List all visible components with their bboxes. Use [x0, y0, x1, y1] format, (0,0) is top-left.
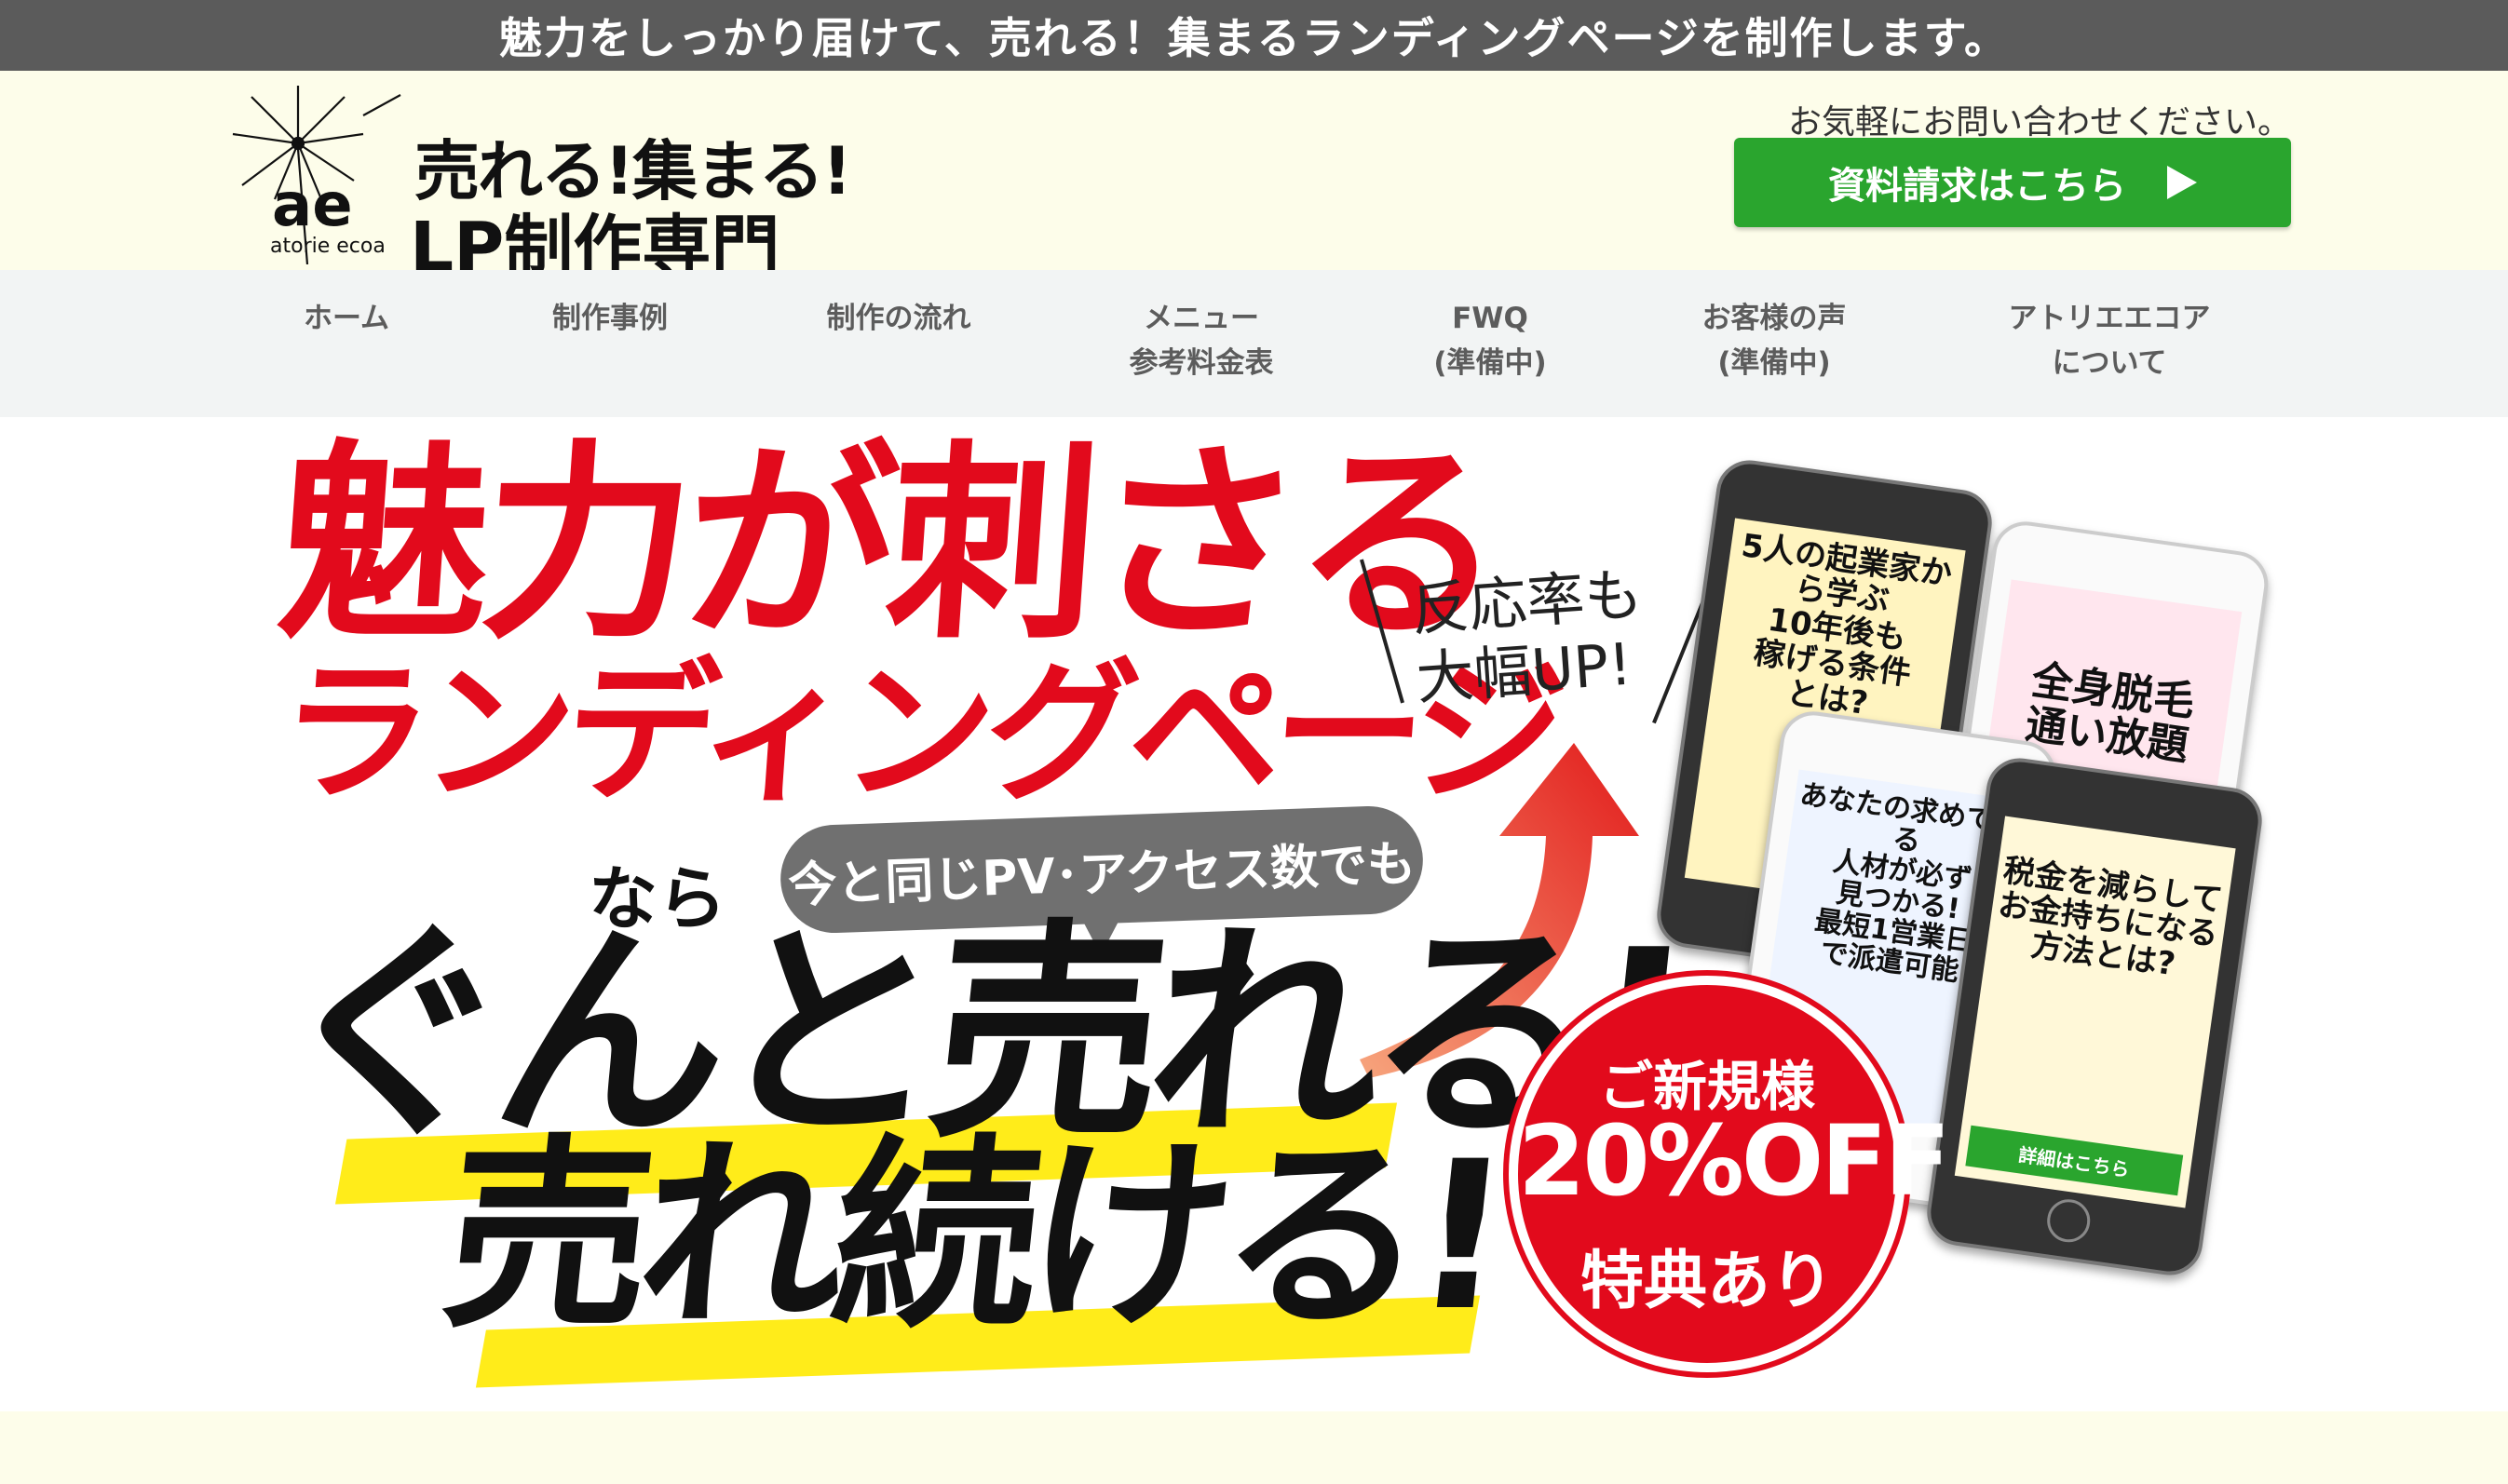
site-header: ae atorie ecoa 売れる!集まる! LP制作専門 お気軽にお問い合わ…	[0, 71, 2508, 288]
phone-screen-text: 税金を減らして お金持ちになる 方法とは?	[1995, 852, 2225, 984]
logo-mark: ae	[272, 171, 353, 240]
contact-note: お気軽にお問い合わせください。	[1788, 103, 2292, 142]
nav-item-flow[interactable]: 制作の流れ	[820, 296, 978, 341]
request-materials-label: 資料請求はこちら	[1828, 165, 2126, 208]
page-bottom	[0, 1411, 2508, 1484]
badge-line2: 20%OFF	[1518, 1104, 1950, 1218]
nav-item-testimonials[interactable]: お客様の声 (準備中)	[1686, 296, 1863, 385]
top-banner-text: 魅力をしっかり届けて、売れる！集まるランディングページを制作します。	[499, 13, 2009, 63]
hero-headline-red-1: 魅力が刺さる	[270, 423, 1507, 668]
phone-screen-text: 5人の起業家から学ぶ 10年後も 稼げる条件 とは?	[1739, 527, 1955, 722]
hero-headline-black-2: 売れ続ける!	[434, 1117, 1511, 1356]
nav-item-works[interactable]: 制作事例	[540, 296, 680, 341]
nav-item-menu-pricing[interactable]: メニュー 参考料金表	[1118, 296, 1285, 385]
nav-item-about[interactable]: アトリエエコア について	[1993, 296, 2226, 385]
nav-item-fwq[interactable]: FWQ (準備中)	[1416, 296, 1565, 385]
phone-home-button	[2044, 1196, 2094, 1246]
main-navigation: ホーム 制作事例 制作の流れ メニュー 参考料金表 FWQ (準備中) お客様の…	[0, 270, 2508, 417]
hero-headline-black-1: ぐんと売れる!	[264, 901, 1694, 1169]
top-banner: 魅力をしっかり届けて、売れる！集まるランディングページを制作します。	[0, 0, 2508, 71]
play-arrow-icon	[2167, 166, 2197, 199]
logo-subtitle: atorie ecoa	[270, 235, 386, 258]
phone-details-button: 詳細はこちら	[1965, 1125, 2184, 1196]
badge-line3: 特典あり	[1579, 1245, 1834, 1318]
nav-item-home[interactable]: ホーム	[300, 296, 393, 341]
request-materials-button[interactable]: 資料請求はこちら	[1734, 138, 2291, 227]
discount-badge: ご新規様 20%OFF 特典あり	[1509, 976, 1950, 1372]
phone-screen: 税金を減らして お金持ちになる 方法とは? 詳細はこちら	[1954, 816, 2236, 1208]
hero-banner: 魅力が刺さる ランディングページ 反応率も 大幅UP! 今と同じPV･アクセス数…	[0, 417, 2508, 1411]
handwritten-note: 反応率も 大幅UP!	[1409, 560, 1645, 713]
site-logo[interactable]: ae atorie ecoa 売れる!集まる! LP制作専門	[224, 78, 852, 288]
